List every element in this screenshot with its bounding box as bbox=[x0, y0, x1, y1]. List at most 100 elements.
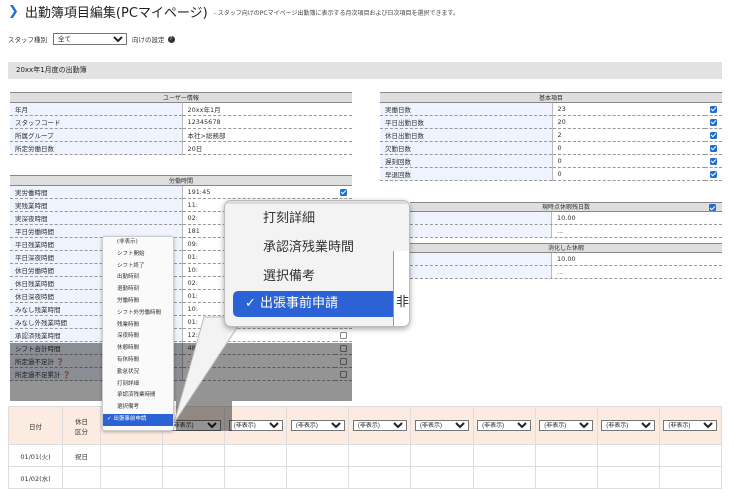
field-label: 休日出勤日数 bbox=[380, 128, 553, 142]
field-value: 0 bbox=[552, 154, 705, 168]
field-label: 欠勤日数 bbox=[380, 141, 553, 155]
menu-item-selected[interactable]: ✓ 出張事前申請 bbox=[103, 413, 173, 426]
ellipsis: ... bbox=[557, 268, 564, 276]
table-row: 年月 20xx年1月 bbox=[10, 102, 352, 116]
table-row: 遅刻回数 0 bbox=[380, 154, 722, 168]
field-label: 実残業時間 bbox=[10, 198, 183, 212]
show-checkbox[interactable] bbox=[710, 144, 717, 152]
zoom-menu-item: 選択備考 bbox=[263, 269, 316, 284]
field-label: 実働日数 bbox=[380, 102, 553, 116]
zoom-menu-item-selected: ✓ 出張事前申請 bbox=[233, 291, 405, 317]
table-row: 平日出勤日数 20 bbox=[380, 115, 722, 129]
daily-item-dropdown-menu[interactable]: (非表示) シフト開始 シフト終了 出勤時刻 退勤時刻 労働時間 シフト外労働時… bbox=[102, 236, 174, 431]
daily-item-select[interactable]: (非表示) bbox=[415, 420, 470, 431]
field-value: 20 bbox=[552, 115, 705, 129]
show-checkbox[interactable] bbox=[340, 331, 347, 339]
column-header-holiday: 休日 区分 bbox=[62, 406, 101, 445]
zoomed-menu-callout: 打刻詳細 承認済残業時間 選択備考 ✓ 出張事前申請 非 bbox=[224, 200, 410, 327]
zoom-peek-select: 非 bbox=[393, 251, 409, 326]
field-value: 191:45 bbox=[182, 185, 335, 199]
zoom-menu-item: 打刻詳細 bbox=[263, 211, 316, 226]
column-select: (非表示) bbox=[472, 406, 536, 445]
leave-remaining-value: 10.00 bbox=[557, 214, 576, 222]
show-checkbox[interactable] bbox=[710, 157, 717, 165]
holiday-cell: 祝日 bbox=[62, 444, 101, 467]
show-checkbox[interactable] bbox=[709, 204, 716, 211]
show-checkbox[interactable] bbox=[340, 188, 347, 196]
field-value: 本社>総務部 bbox=[182, 128, 352, 142]
daily-item-select[interactable]: (非表示) bbox=[477, 420, 532, 431]
menu-item[interactable]: 退勤時刻 bbox=[103, 284, 173, 296]
show-checkbox[interactable] bbox=[710, 118, 717, 126]
field-label: 年月 bbox=[10, 102, 183, 116]
menu-item[interactable]: 有休時間 bbox=[103, 355, 173, 367]
table-row: 休日出勤日数 2 bbox=[380, 128, 722, 142]
staff-type-label: スタッフ種別 bbox=[8, 36, 47, 44]
field-value: 2 bbox=[552, 128, 705, 142]
show-checkbox[interactable] bbox=[710, 105, 717, 113]
used-leave-value: 10.00 bbox=[557, 255, 576, 263]
menu-item[interactable]: 打刻詳細 bbox=[103, 379, 173, 391]
column-select: (非表示) bbox=[596, 406, 660, 445]
holiday-cell bbox=[62, 466, 101, 489]
field-label: 所属グループ bbox=[10, 128, 183, 142]
field-label: 所定労働日数 bbox=[10, 141, 183, 155]
ellipsis: ... bbox=[557, 227, 564, 235]
daily-item-select[interactable]: (非表示) bbox=[539, 420, 594, 431]
field-value: 20日 bbox=[182, 141, 352, 155]
chevron-right-icon: ❯ bbox=[8, 3, 19, 19]
menu-item[interactable]: 休憩時間 bbox=[103, 343, 173, 355]
menu-item[interactable]: 勤怠状況 bbox=[103, 367, 173, 379]
daily-item-select[interactable]: (非表示) bbox=[290, 420, 345, 431]
date-cell: 01/01(火) bbox=[8, 444, 63, 467]
field-label: スタッフコード bbox=[10, 115, 183, 129]
table-row: 実労働時間 191:45 bbox=[10, 185, 352, 199]
table-row: 実働日数 23 bbox=[380, 102, 722, 116]
leave-remaining-title: 現時点休暇残日数 bbox=[541, 204, 590, 211]
field-value: 0 bbox=[552, 141, 705, 155]
basic-items-panel: 基本項目 実働日数 23 平日出勤日数 20 休日出勤日数 2 欠勤日数 0 遅刻回数 0… bbox=[380, 92, 722, 181]
show-checkbox[interactable] bbox=[710, 170, 717, 178]
menu-item[interactable]: 残業時間 bbox=[103, 320, 173, 332]
field-label: 実深夜時間 bbox=[10, 211, 183, 225]
user-info-panel: ユーザー情報 年月 20xx年1月 スタッフコード 12345678 所属グループ本… bbox=[10, 92, 352, 155]
menu-item[interactable]: 深夜時間 bbox=[103, 331, 173, 343]
table-row: 01/01(火) 祝日 bbox=[8, 444, 723, 467]
user-info-title: ユーザー情報 bbox=[10, 92, 352, 103]
column-select: (非表示) bbox=[348, 406, 412, 445]
field-value: 12345678 bbox=[182, 115, 352, 129]
field-value: 0 bbox=[552, 167, 705, 181]
menu-item[interactable]: シフト終了 bbox=[103, 261, 173, 273]
column-select: (非表示) bbox=[534, 406, 598, 445]
staff-type-select[interactable]: 全て bbox=[53, 33, 127, 45]
leave-panel: 現時点休暇残日数 10.00 ... 消化した休暇 10.00 ... bbox=[410, 202, 722, 279]
daily-item-select[interactable]: (非表示) bbox=[352, 420, 407, 431]
table-row: 欠勤日数 0 bbox=[380, 141, 722, 155]
table-row: 所属グループ 本社>総務部 bbox=[10, 128, 352, 142]
field-label: 遅刻回数 bbox=[380, 154, 553, 168]
field-value: 20xx年1月 bbox=[182, 102, 352, 116]
field-label: 実労働時間 bbox=[10, 185, 183, 199]
menu-item[interactable]: シフト外労働時間 bbox=[103, 308, 173, 320]
page-header: ❯ 出勤簿項目編集(PCマイページ) - スタッフ向けのPCマイページ出勤簿に表… bbox=[8, 2, 459, 21]
menu-item[interactable]: 承認済残業時間 bbox=[103, 390, 173, 402]
column-select: (非表示) bbox=[658, 406, 723, 445]
menu-item[interactable]: シフト開始 bbox=[103, 249, 173, 261]
daily-item-select[interactable]: (非表示) bbox=[663, 420, 718, 431]
page-description: - スタッフ向けのPCマイページ出勤簿に表示する月次項目および日次項目を選択でき… bbox=[213, 10, 459, 17]
column-select: (非表示) bbox=[286, 406, 350, 445]
staff-type-filter: スタッフ種別 全て 向けの設定 ? bbox=[8, 33, 175, 45]
menu-item[interactable]: 選択備考 bbox=[103, 402, 173, 414]
field-value: 23 bbox=[552, 102, 705, 116]
show-checkbox[interactable] bbox=[710, 131, 717, 139]
menu-item[interactable]: 出勤時刻 bbox=[103, 272, 173, 284]
menu-item[interactable]: 労働時間 bbox=[103, 296, 173, 308]
field-label: 平日出勤日数 bbox=[380, 115, 553, 129]
date-cell: 01/02(水) bbox=[8, 466, 63, 489]
table-row: 01/02(水) bbox=[8, 466, 723, 489]
help-icon[interactable]: ? bbox=[167, 35, 175, 43]
menu-item[interactable]: (非表示) bbox=[103, 237, 173, 249]
used-leave-title: 消化した休暇 bbox=[410, 243, 722, 253]
column-header-date: 日付 bbox=[8, 406, 63, 445]
daily-item-select[interactable]: (非表示) bbox=[601, 420, 656, 431]
